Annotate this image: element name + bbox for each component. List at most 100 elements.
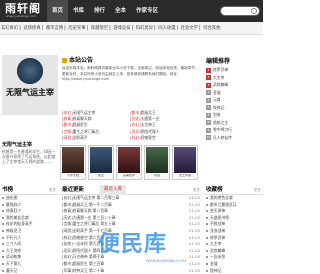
book-link[interactable]: 修真狂少 [6,208,21,213]
book-link[interactable]: 超级兵王 [141,110,156,115]
list-item[interactable]: 5 元尊 [206,96,262,104]
book-link[interactable]: 武炼巅峰 [210,248,225,253]
nav-item-home[interactable]: 首页 [47,0,69,22]
book-card[interactable]: 遮天 [88,145,114,180]
list-item[interactable]: 校花的贴身高手 [0,221,58,228]
list-item[interactable]: 魔天记 [0,268,58,274]
book-link[interactable]: 诡秘之主 [213,120,228,125]
list-item[interactable]: 一念永恒 [204,254,263,261]
book-link[interactable]: 牧神记 [210,268,221,273]
book-link[interactable]: 特种兵王 [73,268,88,273]
book-link[interactable]: 大主宰 [213,75,224,80]
nav-item-complete[interactable]: 全本 [110,0,131,22]
book-link[interactable]: 校花的贴身高手 [6,221,33,226]
book-link[interactable]: 超级医生 [73,122,88,127]
book-link[interactable]: 一念永恒 [210,254,225,259]
book-link[interactable]: 武炼巅峰 [213,82,228,87]
book-link[interactable]: 天道图书馆 [210,215,229,220]
category-link[interactable]: 玄幻奇幻 [0,22,19,34]
book-link[interactable]: 吞噬星空 [73,235,88,240]
chapter-link[interactable]: 第二十章 [89,268,104,273]
chapter-link[interactable]: 第两千章 [89,254,104,259]
book-link[interactable]: 雪中悍刀行 [213,127,232,132]
list-item[interactable]: 天下第九 [0,261,58,268]
more-link[interactable]: 更多 [49,188,56,192]
book-link[interactable]: 造化图 [6,195,17,200]
book-link[interactable]: 修罗武神 [213,67,228,72]
category-link[interactable]: 武侠修真 [22,22,41,34]
chapter-link[interactable]: 第五十章 [100,221,115,226]
chapter-link[interactable]: 第三百章 [89,261,104,266]
category-link[interactable]: 综合其他 [202,22,221,34]
list-item[interactable]: 神级龙卫 [0,228,58,235]
book-link[interactable]: 万古神帝 [73,254,88,259]
search-icon[interactable] [251,8,257,14]
book-card[interactable]: 斗罗大陆 [60,145,86,180]
category-link[interactable]: 都市言情 [45,22,64,34]
nav-item-ranking[interactable]: 排行 [89,0,110,22]
category-link[interactable]: 游戏竞技 [112,22,131,34]
list-item[interactable]: 逆天邪神 [204,208,263,215]
chapter-link[interactable]: 第一千二百章 [89,202,112,207]
book-link[interactable]: 大主宰 [210,241,221,246]
book-link[interactable]: 都市之最强狂兵 [210,202,237,207]
book-link[interactable]: 重生之将门毒后 [73,129,100,134]
book-link[interactable]: 重生之将门毒后 [73,221,100,226]
list-item[interactable]: 造化图 [0,195,58,202]
list-item[interactable]: 不败战神 [204,221,263,228]
list-item[interactable]: 9 雪中悍刀行 [206,126,262,134]
list-item[interactable]: 大王饶命 [0,248,58,255]
search-input[interactable] [220,6,260,16]
category-link[interactable]: 社会文学 [180,22,199,34]
nav-item-author[interactable]: 作家专区 [131,0,163,22]
book-link[interactable]: 无限气运主宰 [73,195,96,200]
category-link[interactable]: 同人动漫 [157,22,176,34]
chapter-link[interactable]: 第八百章 [93,208,108,213]
book-link[interactable]: 凡人修仙传 [213,135,232,140]
list-item[interactable]: 10 凡人修仙传 [206,134,262,142]
more-link[interactable]: 更多 [254,188,261,192]
list-item[interactable]: 都市之最强狂兵 [204,202,263,209]
book-link[interactable]: 大王饶命 [6,248,21,253]
book-link[interactable]: 修真聊天群 [73,116,92,121]
list-item[interactable]: 天道图书馆 [204,215,263,222]
category-link[interactable]: 历史军事 [67,22,86,34]
chapter-link[interactable]: 第九百章 [89,241,104,246]
list-item[interactable]: 最强弃少 [0,202,58,209]
book-link[interactable]: 牧神记 [213,105,224,110]
tab-latest-added[interactable]: 最近入库 [100,185,126,195]
book-link[interactable]: 阴阳代理人 [73,248,92,253]
list-item[interactable]: 修罗武神 [204,235,263,242]
list-item[interactable]: 武炼巅峰 [204,248,263,255]
book-link[interactable]: 大唐第一庄 [141,116,160,121]
list-item[interactable]: 2 大主宰 [206,74,262,82]
list-item[interactable]: 不朽凡人 [0,235,58,242]
featured-book-title[interactable]: 无限气运主宰 [2,142,58,148]
book-link[interactable]: 不败战神 [210,221,225,226]
chapter-link[interactable]: 第一千七百章 [89,228,112,233]
book-link[interactable]: 修罗武神 [210,235,225,240]
list-item[interactable]: 7 剑来 [206,111,262,119]
site-logo[interactable]: 雨轩阁 www.yuxuange.com [1,1,45,21]
featured-cover[interactable]: 无限气运主宰 [2,55,58,115]
list-item[interactable]: 大主宰 [204,241,263,248]
book-link[interactable]: 元尊 [213,97,221,102]
book-link[interactable]: 逆天邪神 [210,208,225,213]
list-item[interactable]: 龙血战神 [204,228,263,235]
book-link[interactable]: 圣墟 [213,90,221,95]
list-item[interactable]: 4 圣墟 [206,89,262,97]
list-item[interactable]: 8 诡秘之主 [206,119,262,127]
category-link[interactable]: 科幻灵异 [135,22,154,34]
book-link[interactable]: 无限气运主宰 [73,110,96,115]
category-link[interactable]: 穿越架空 [90,22,109,34]
book-link[interactable]: 天下第九 [6,261,21,266]
book-link[interactable]: 全职高手 [73,228,88,233]
book-card[interactable]: 帝霸 [144,145,170,180]
list-item[interactable]: 我的绝色总裁 [204,195,263,202]
book-link[interactable]: 全职高手 [73,135,88,140]
book-link[interactable]: 三寸人间 [6,241,21,246]
book-link[interactable]: 太古神王 [141,122,156,127]
list-item[interactable]: 3 武炼巅峰 [206,81,262,89]
book-link[interactable]: 修真聊天群 [73,208,92,213]
nav-item-library[interactable]: 书库 [68,0,89,22]
